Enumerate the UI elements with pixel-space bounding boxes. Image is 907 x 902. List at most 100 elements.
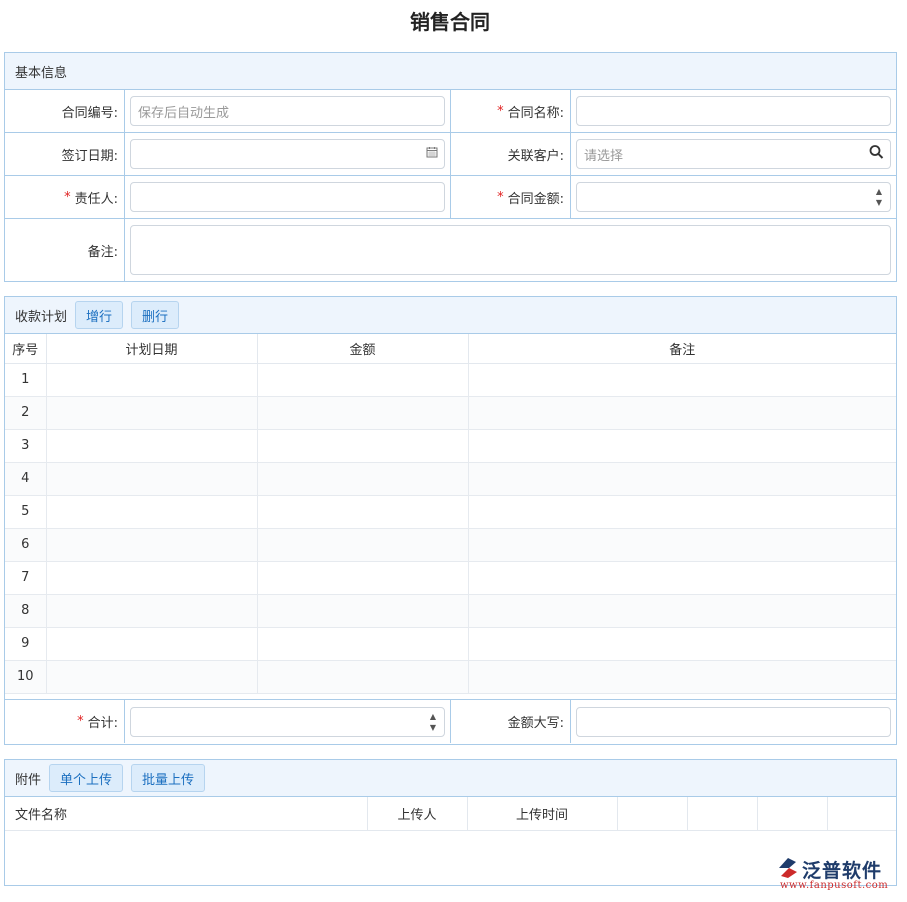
amount-upper-cell [571,700,896,743]
sign-date-label: 签订日期: [5,133,125,175]
amount-cell: ▲ ▼ [571,176,896,218]
plan-date-cell[interactable] [46,396,258,430]
column-header: 计划日期 [46,334,258,364]
customer-select[interactable]: 请选择 [576,139,891,169]
required-mark: * [64,189,71,205]
plan-date-cell[interactable] [46,627,258,661]
amount-cell[interactable] [257,495,469,529]
amount-cell[interactable] [257,363,469,397]
plan-date-cell[interactable] [46,363,258,397]
table-header-row: 文件名称 上传人 上传时间 [5,797,896,831]
calendar-icon[interactable] [426,146,438,162]
delete-row-button[interactable]: 删行 [131,301,180,329]
row-index: 2 [5,396,47,430]
remark-cell[interactable] [468,561,896,595]
table-row: 7 [5,561,896,595]
attachments-table: 文件名称 上传人 上传时间 [5,797,896,831]
table-row: 5 [5,495,896,529]
required-mark: * [497,189,504,205]
form-row: 备注: [5,219,896,281]
attachments-header: 附件 单个上传 批量上传 [5,760,896,797]
brand-logo: 泛普软件 www.fanpusoft.com [776,856,902,892]
remark-textarea[interactable] [130,225,891,275]
payment-plan-title: 收款计划 [15,309,68,325]
column-header [617,797,688,831]
row-index: 6 [5,528,47,562]
column-header: 文件名称 [5,797,368,831]
remark-cell[interactable] [468,363,896,397]
row-index: 1 [5,363,47,397]
row-index: 7 [5,561,47,595]
remark-cell[interactable] [468,627,896,661]
row-index: 5 [5,495,47,529]
form-row: 签订日期: 关联客户: 请选择 [5,133,896,176]
owner-input[interactable] [130,182,445,212]
plan-date-cell[interactable] [46,429,258,463]
table-row: 2 [5,396,896,430]
remark-cell[interactable] [468,429,896,463]
contract-name-input[interactable] [576,96,891,126]
column-header: 金额 [257,334,469,364]
add-row-button[interactable]: 增行 [75,301,124,329]
amount-cell[interactable] [257,627,469,661]
plan-date-cell[interactable] [46,561,258,595]
contract-name-label: * 合同名称: [451,90,571,132]
amount-cell[interactable] [257,561,469,595]
remark-cell[interactable] [468,462,896,496]
plan-date-cell[interactable] [46,462,258,496]
stepper-icon[interactable]: ▲ ▼ [430,711,436,733]
row-index: 3 [5,429,47,463]
remark-cell[interactable] [468,396,896,430]
amount-cell[interactable] [257,462,469,496]
remark-cell[interactable] [468,528,896,562]
owner-cell [125,176,451,218]
total-input[interactable]: ▲ ▼ [130,706,445,737]
amount-cell[interactable] [257,528,469,562]
column-header: 上传时间 [467,797,618,831]
payment-table: 序号 计划日期 金额 备注 1 2 3 4 5 6 7 8 9 10 [5,334,896,694]
page-title: 销售合同 [410,10,490,34]
remark-label: 备注: [5,219,125,281]
amount-cell[interactable] [257,429,469,463]
single-upload-button[interactable]: 单个上传 [49,764,124,792]
amount-upper-input[interactable] [576,706,891,737]
form-row: 合同编号: 保存后自动生成 * 合同名称: [5,90,896,133]
amount-cell[interactable] [257,594,469,628]
amount-cell[interactable] [257,660,469,694]
batch-upload-button[interactable]: 批量上传 [131,764,206,792]
payment-rows: 1 2 3 4 5 6 7 8 9 10 [5,363,896,694]
plan-date-cell[interactable] [46,594,258,628]
table-row: 10 [5,660,896,694]
contract-no-input[interactable]: 保存后自动生成 [130,96,445,126]
column-header: 上传人 [367,797,468,831]
amount-label: * 合同金额: [451,176,571,218]
total-row: * 合计: ▲ ▼ 金额大写: [5,700,896,743]
stepper-icon[interactable]: ▲ ▼ [876,186,882,208]
total-cell: ▲ ▼ [125,700,451,743]
row-index: 8 [5,594,47,628]
amount-cell[interactable] [257,396,469,430]
payment-plan-panel: 收款计划 增行 删行 序号 计划日期 金额 备注 1 2 3 4 5 6 7 8 9 10 * 合… [4,296,897,745]
owner-label: * 责任人: [5,176,125,218]
customer-label: 关联客户: [451,133,571,175]
table-row: 8 [5,594,896,628]
search-icon[interactable] [869,145,884,164]
remark-cell[interactable] [468,495,896,529]
remark-cell[interactable] [468,660,896,694]
payment-plan-header: 收款计划 增行 删行 [5,297,896,334]
amount-input[interactable]: ▲ ▼ [576,182,891,212]
plan-date-cell[interactable] [46,660,258,694]
remark-cell[interactable] [468,594,896,628]
attachments-title: 附件 [15,772,42,788]
plan-date-cell[interactable] [46,528,258,562]
required-mark: * [77,714,84,729]
form-row: * 责任人: * 合同金额: ▲ ▼ [5,176,896,219]
row-index: 9 [5,627,47,661]
basic-info-panel: 基本信息 合同编号: 保存后自动生成 * 合同名称: 签订日期: 关联客户: 请… [4,52,897,282]
payment-table-wrap: 序号 计划日期 金额 备注 1 2 3 4 5 6 7 8 9 10 [5,334,896,700]
plan-date-cell[interactable] [46,495,258,529]
table-header-row: 序号 计划日期 金额 备注 [5,334,896,364]
basic-info-title: 基本信息 [15,65,68,81]
sign-date-input[interactable] [130,139,445,169]
contract-no-placeholder: 保存后自动生成 [138,105,230,121]
